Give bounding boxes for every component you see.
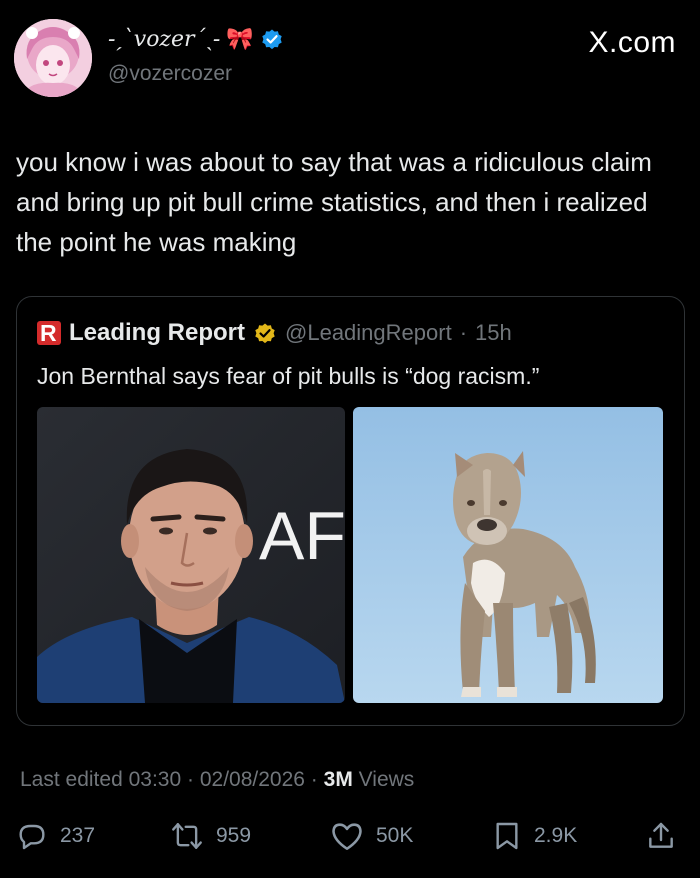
views-label: Views	[358, 768, 415, 791]
meta-dot: ·	[187, 768, 194, 791]
tweet-text: you know i was about to say that was a r…	[16, 147, 652, 257]
repost-icon	[170, 820, 204, 852]
quoted-tweet-time[interactable]: 15h	[475, 320, 512, 346]
gold-verified-badge-icon	[253, 321, 277, 345]
tweet-time[interactable]: 03:30	[129, 768, 182, 791]
quoted-media-pitbull[interactable]	[353, 407, 663, 703]
logo-letter: R	[40, 320, 57, 346]
bow-emoji: 🎀	[226, 26, 254, 51]
author-name-row: -ˏˋvozerˊˎ- 🎀	[108, 26, 284, 52]
share-icon	[646, 820, 676, 852]
like-count: 50K	[376, 824, 414, 847]
quoted-tweet[interactable]: R Leading Report @LeadingReport · 15h Jo…	[16, 296, 685, 726]
bookmark-icon	[492, 820, 522, 852]
avatar[interactable]	[14, 19, 92, 97]
author-handle[interactable]: @vozercozer	[108, 62, 232, 86]
quoted-author-handle[interactable]: @LeadingReport	[285, 320, 452, 346]
quoted-media-man[interactable]: AFI	[37, 407, 345, 703]
backdrop-afi-text: AFI	[259, 498, 345, 574]
reply-count: 237	[60, 824, 96, 847]
verified-badge-icon	[260, 27, 284, 51]
bookmark-button[interactable]: 2.9K	[492, 820, 577, 852]
repost-button[interactable]: 959	[170, 820, 251, 852]
tweet-meta: Last edited 03:30 · 02/08/2026 · 3M View…	[20, 768, 414, 792]
reply-icon	[16, 820, 48, 852]
separator-dot: ·	[459, 320, 468, 345]
action-bar: 237 959 50K 2.9K	[0, 812, 700, 862]
display-name[interactable]: -ˏˋvozerˊˎ-	[108, 26, 220, 52]
meta-dot: ·	[310, 768, 318, 791]
quoted-author-name[interactable]: Leading Report	[69, 319, 245, 347]
tweet-date[interactable]: 02/08/2026	[200, 768, 305, 791]
edited-label[interactable]: Last edited	[20, 768, 123, 791]
repost-count: 959	[216, 824, 252, 847]
like-button[interactable]: 50K	[330, 820, 413, 852]
like-icon	[330, 820, 364, 852]
xcom-watermark: X.com	[588, 26, 676, 59]
bookmark-count: 2.9K	[534, 824, 578, 847]
quoted-tweet-text: Jon Bernthal says fear of pit bulls is “…	[37, 363, 540, 389]
quoted-tweet-header: R Leading Report @LeadingReport · 15h	[37, 319, 512, 347]
views-count: 3M	[323, 768, 353, 791]
share-button[interactable]	[646, 820, 676, 852]
leading-report-logo[interactable]: R	[37, 320, 61, 346]
reply-button[interactable]: 237	[16, 820, 95, 852]
